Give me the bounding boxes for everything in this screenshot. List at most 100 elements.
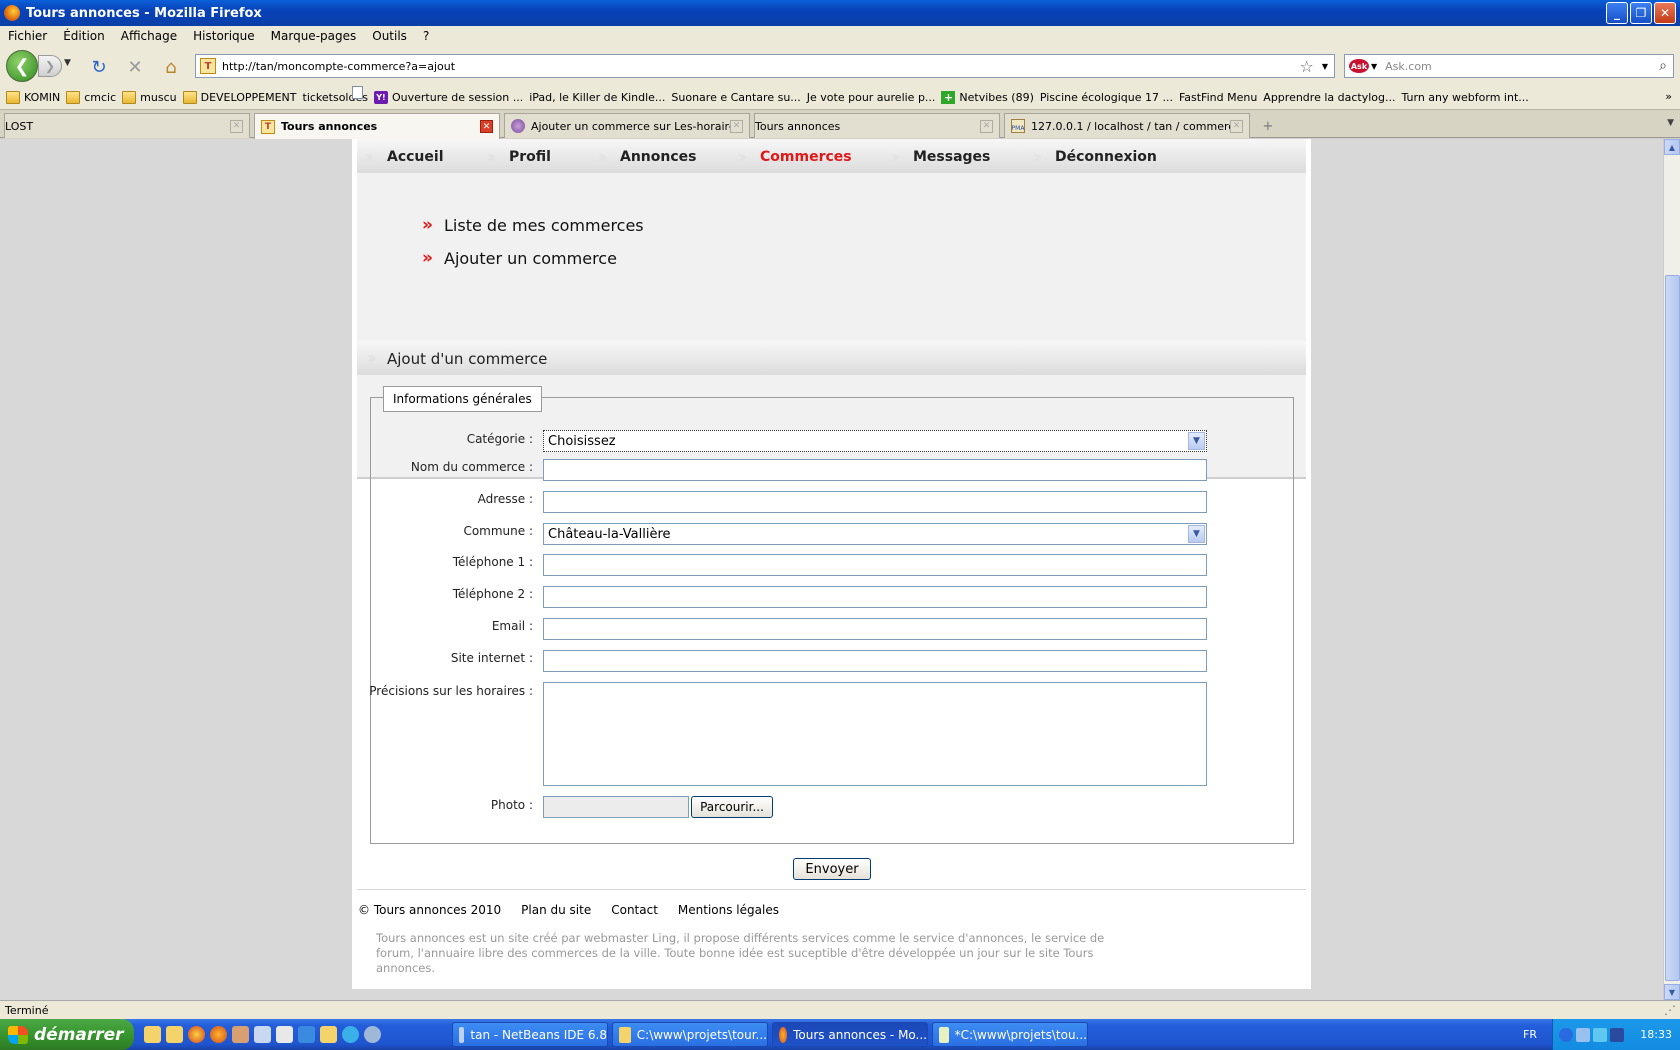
close-tab-icon[interactable]: ✕ bbox=[1230, 119, 1243, 133]
telephone1-input[interactable] bbox=[543, 554, 1207, 576]
tab-ajouter-commerce[interactable]: Ajouter un commerce sur Les-horaires....… bbox=[504, 113, 750, 138]
email-input[interactable] bbox=[543, 618, 1207, 640]
back-arrow-icon[interactable]: ❮ bbox=[6, 50, 38, 82]
firefox-icon[interactable] bbox=[210, 1026, 227, 1043]
start-button[interactable]: démarrer bbox=[0, 1019, 134, 1050]
photo-file-input[interactable] bbox=[543, 796, 689, 818]
star-icon[interactable]: ☆ bbox=[1300, 57, 1314, 76]
network-icon[interactable] bbox=[1576, 1027, 1590, 1042]
tray-arrow-icon[interactable] bbox=[1559, 1027, 1573, 1042]
app-icon[interactable] bbox=[276, 1026, 293, 1043]
bookmark-piscine[interactable]: Piscine écologique 17 ... bbox=[352, 86, 1173, 104]
magnifier-icon[interactable]: ⌕ bbox=[1659, 58, 1667, 74]
bookmark-yahoo[interactable]: Y! Ouverture de session ... bbox=[373, 91, 523, 104]
nav-accueil[interactable]: ›› Accueil bbox=[365, 147, 444, 166]
footer-link-contact[interactable]: Contact bbox=[611, 903, 658, 917]
envoyer-button[interactable]: Envoyer bbox=[793, 858, 871, 880]
close-tab-icon[interactable]: ✕ bbox=[230, 119, 243, 133]
tab-tours-annonces-active[interactable]: T Tours annonces ✕ bbox=[254, 113, 500, 139]
tray-app-icon[interactable] bbox=[1593, 1027, 1607, 1042]
footer-link-plan[interactable]: Plan du site bbox=[521, 903, 591, 917]
menu-historique[interactable]: Historique bbox=[185, 29, 263, 43]
chevron-down-icon[interactable]: ▼ bbox=[1188, 525, 1205, 543]
close-tab-icon[interactable]: ✕ bbox=[730, 119, 743, 133]
commune-select[interactable]: Château-la-Vallière ▼ bbox=[543, 523, 1207, 545]
scroll-up-icon[interactable]: ▲ bbox=[1664, 139, 1680, 155]
history-dropdown-icon[interactable]: ▼ bbox=[64, 58, 71, 68]
bookmark-suonare[interactable]: Suonare e Cantare su... bbox=[352, 86, 801, 104]
footer-link-mentions[interactable]: Mentions légales bbox=[678, 903, 779, 917]
bookmark-dactylo[interactable]: Apprendre la dactylog... bbox=[352, 86, 1395, 104]
search-bar[interactable]: Ask ▼ Ask.com ⌕ bbox=[1344, 54, 1674, 78]
bookmark-developpement[interactable]: DEVELOPPEMENT bbox=[182, 91, 297, 104]
url-bar[interactable]: T http://tan/moncompte-commerce?a=ajout … bbox=[195, 54, 1335, 78]
search-input[interactable]: Ask.com bbox=[1385, 60, 1659, 73]
bookmarks-overflow-chevron[interactable]: » bbox=[1665, 90, 1672, 103]
bookmark-fastfind[interactable]: FastFind Menu bbox=[352, 86, 1257, 104]
url-text[interactable]: http://tan/moncompte-commerce?a=ajout bbox=[222, 60, 1300, 73]
folder-icon[interactable] bbox=[320, 1026, 337, 1043]
adresse-input[interactable] bbox=[543, 491, 1207, 513]
menu-fichier[interactable]: Fichier bbox=[0, 29, 55, 43]
categorie-select[interactable]: Choisissez ▼ bbox=[543, 430, 1207, 452]
tab-tours-annonces[interactable]: Tours annonces ✕ bbox=[754, 113, 1124, 138]
bookmark-ipad[interactable]: iPad, le Killer de Kindle... bbox=[352, 86, 665, 104]
stop-icon[interactable]: ✕ bbox=[124, 56, 146, 78]
chrome-icon[interactable] bbox=[188, 1026, 205, 1043]
scroll-down-icon[interactable]: ▼ bbox=[1664, 984, 1680, 1000]
menu-affichage[interactable]: Affichage bbox=[113, 29, 185, 43]
language-indicator[interactable]: FR bbox=[1523, 1028, 1537, 1041]
horaires-textarea[interactable] bbox=[543, 682, 1207, 786]
close-tab-icon[interactable]: ✕ bbox=[480, 120, 493, 133]
ie-icon[interactable] bbox=[298, 1026, 315, 1043]
menu-outils[interactable]: Outils bbox=[364, 29, 415, 43]
reload-icon[interactable]: ↻ bbox=[88, 56, 110, 78]
ask-engine-icon[interactable]: Ask bbox=[1349, 59, 1369, 73]
nav-annonces[interactable]: ›› Annonces bbox=[598, 147, 696, 166]
security-shield-icon[interactable] bbox=[1610, 1027, 1624, 1042]
tab-list-dropdown-icon[interactable]: ▼ bbox=[1667, 118, 1674, 128]
close-window-button[interactable]: ✕ bbox=[1654, 2, 1676, 24]
nav-commerces[interactable]: ›› Commerces bbox=[738, 147, 852, 166]
taskbar-explorer[interactable]: C:\www\projets\tour... bbox=[612, 1022, 768, 1047]
tab-lost[interactable]: LOST ✕ bbox=[4, 113, 374, 138]
folder-icon[interactable] bbox=[166, 1026, 183, 1043]
menu-help[interactable]: ? bbox=[415, 29, 437, 43]
user-icon[interactable] bbox=[232, 1026, 249, 1043]
folder-icon[interactable] bbox=[144, 1026, 161, 1043]
nav-messages[interactable]: ›› Messages bbox=[891, 147, 990, 166]
vertical-scrollbar[interactable]: ▲ ▼ bbox=[1663, 139, 1680, 1000]
menu-marque-pages[interactable]: Marque-pages bbox=[263, 29, 365, 43]
tab-phpmyadmin[interactable]: PMA 127.0.0.1 / localhost / tan / commer… bbox=[1004, 113, 1250, 138]
maximize-button[interactable]: ❐ bbox=[1630, 2, 1652, 24]
forward-arrow-icon[interactable]: ❯ bbox=[38, 55, 62, 77]
url-dropdown-icon[interactable]: ▼ bbox=[1322, 62, 1328, 71]
taskbar-firefox[interactable]: Tours annonces - Mo... bbox=[772, 1022, 928, 1047]
close-tab-icon[interactable]: ✕ bbox=[980, 119, 993, 133]
taskbar-notepad[interactable]: *C:\www\projets\tou... bbox=[932, 1022, 1088, 1047]
nav-deconnexion[interactable]: ›› Déconnexion bbox=[1033, 147, 1157, 166]
tool-icon[interactable] bbox=[254, 1026, 271, 1043]
bookmark-netvibes[interactable]: + Netvibes (89) bbox=[941, 91, 1034, 104]
ie-blue-icon[interactable] bbox=[342, 1026, 359, 1043]
nom-commerce-input[interactable] bbox=[543, 459, 1207, 481]
link-liste-commerces[interactable]: » Liste de mes commerces bbox=[422, 215, 644, 235]
bookmark-komin[interactable]: KOMIN bbox=[6, 91, 60, 104]
telephone2-input[interactable] bbox=[543, 586, 1207, 608]
globe-icon[interactable] bbox=[364, 1026, 381, 1043]
menu-edition[interactable]: Édition bbox=[55, 29, 113, 43]
browse-button[interactable]: Parcourir... bbox=[691, 796, 773, 818]
bookmark-vote[interactable]: Je vote pour aurelie p... bbox=[352, 86, 935, 104]
link-ajouter-commerce[interactable]: » Ajouter un commerce bbox=[422, 248, 617, 268]
scrollbar-thumb[interactable] bbox=[1665, 275, 1680, 981]
bookmark-muscu[interactable]: muscu bbox=[122, 91, 177, 104]
minimize-button[interactable]: _ bbox=[1606, 2, 1628, 24]
site-internet-input[interactable] bbox=[543, 650, 1207, 672]
engine-dropdown-icon[interactable]: ▼ bbox=[1371, 62, 1377, 71]
home-icon[interactable]: ⌂ bbox=[160, 56, 182, 78]
bookmark-webform[interactable]: Turn any webform int... bbox=[352, 86, 1529, 104]
taskbar-netbeans[interactable]: tan - NetBeans IDE 6.8 bbox=[452, 1022, 608, 1047]
chevron-down-icon[interactable]: ▼ bbox=[1188, 432, 1205, 450]
nav-profil[interactable]: ›› Profil bbox=[487, 147, 551, 166]
new-tab-plus-icon[interactable]: + bbox=[1256, 116, 1280, 136]
